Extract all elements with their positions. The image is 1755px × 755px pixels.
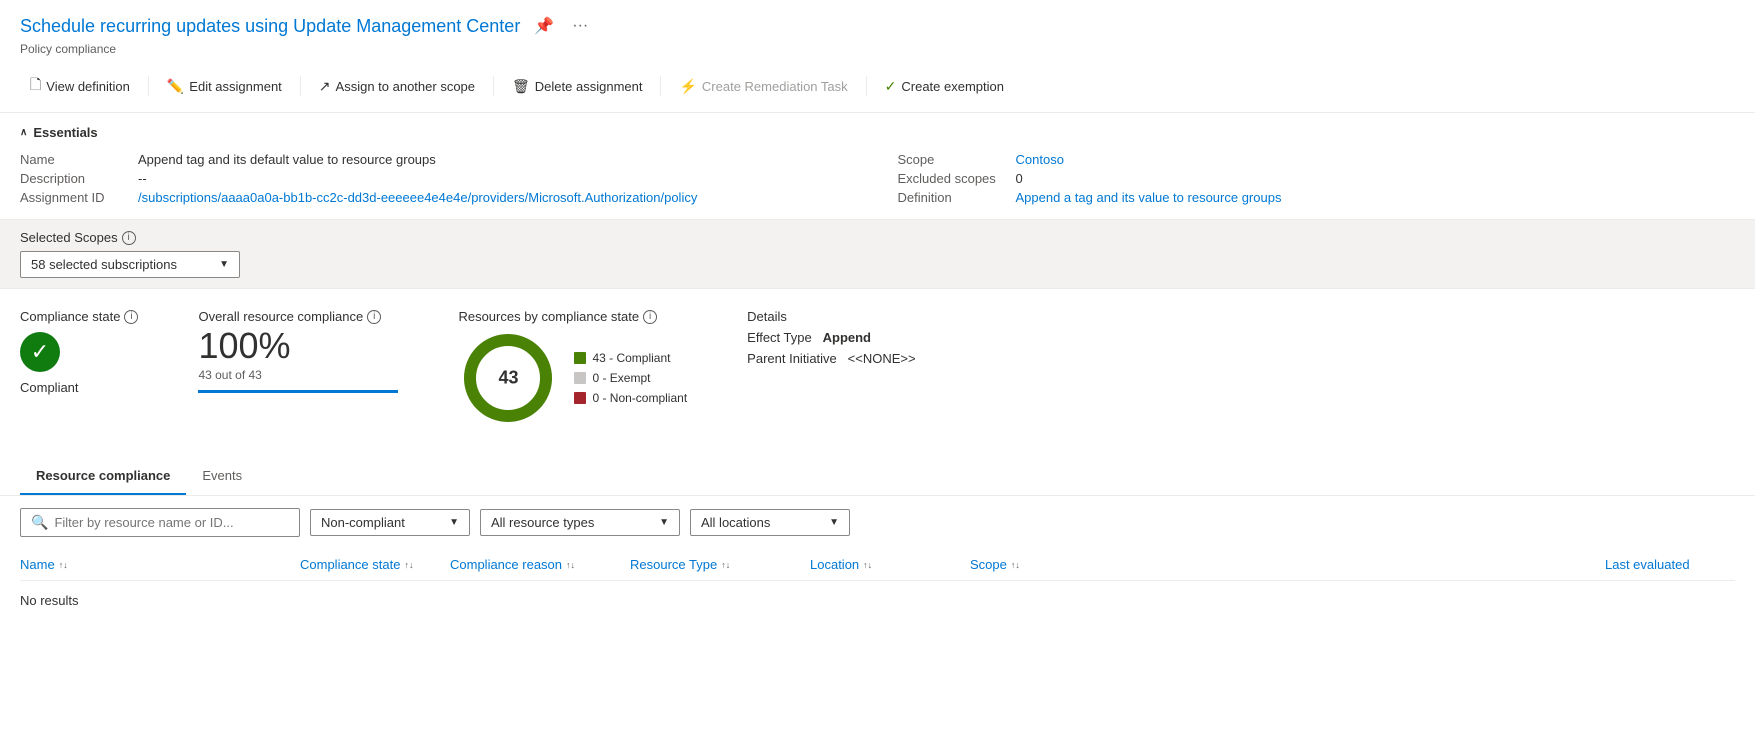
parent-initiative-row: Parent Initiative <<NONE>> [747, 351, 915, 366]
th-location[interactable]: Location ↑↓ [810, 557, 970, 572]
compliance-filter-arrow-icon: ▼ [449, 517, 459, 528]
legend-exempt: 0 - Exempt [574, 371, 687, 385]
essentials-left: Name Append tag and its default value to… [20, 150, 858, 207]
exempt-dot-icon [574, 372, 586, 384]
compliance-state-box: Compliance state i ✓ Compliant [20, 309, 138, 395]
progress-bar [198, 390, 398, 393]
legend-compliant: 43 - Compliant [574, 351, 687, 365]
delete-assignment-button[interactable]: 🗑 Delete assignment [502, 72, 652, 101]
table-section: Name ↑↓ Compliance state ↑↓ Compliance r… [0, 549, 1755, 620]
scopes-info-icon[interactable]: i [122, 231, 136, 245]
resources-by-state-info-icon[interactable]: i [643, 310, 657, 324]
tabs: Resource compliance Events [0, 458, 1755, 496]
essentials-row-name: Name Append tag and its default value to… [20, 150, 858, 169]
compliant-label: Compliant [20, 380, 79, 395]
scopes-dropdown-arrow-icon: ▼ [219, 259, 229, 270]
toolbar-divider-1 [148, 76, 149, 96]
name-sort-icon: ↑↓ [59, 560, 68, 570]
location-filter-dropdown[interactable]: All locations ▼ [690, 509, 850, 536]
th-last-evaluated[interactable]: Last evaluated [1605, 557, 1735, 572]
essentials-row-scope: Scope Contoso [898, 150, 1736, 169]
th-resource-type[interactable]: Resource Type ↑↓ [630, 557, 810, 572]
th-compliance-state[interactable]: Compliance state ↑↓ [300, 557, 450, 572]
tab-resource-compliance[interactable]: Resource compliance [20, 458, 186, 495]
essentials-row-assignment-id: Assignment ID /subscriptions/aaaa0a0a-bb… [20, 188, 858, 207]
legend-noncompliant: 0 - Non-compliant [574, 391, 687, 405]
noncompliant-dot-icon [574, 392, 586, 404]
th-compliance-reason[interactable]: Compliance reason ↑↓ [450, 557, 630, 572]
tab-events[interactable]: Events [186, 458, 258, 495]
more-button[interactable]: ··· [568, 13, 592, 39]
essentials-header[interactable]: ∧ Essentials [20, 125, 1735, 140]
resource-type-filter-arrow-icon: ▼ [659, 517, 669, 528]
resource-type-filter-dropdown[interactable]: All resource types ▼ [480, 509, 680, 536]
overall-compliance-box: Overall resource compliance i 100% 43 ou… [198, 309, 398, 393]
toolbar-divider-5 [866, 76, 867, 96]
resource-type-sort-icon: ↑↓ [721, 560, 730, 570]
search-input-container[interactable]: 🔍 [20, 508, 300, 537]
legend: 43 - Compliant 0 - Exempt 0 - Non-compli… [574, 351, 687, 405]
scopes-dropdown[interactable]: 58 selected subscriptions ▼ [20, 251, 240, 278]
compliance-reason-sort-icon: ↑↓ [566, 560, 575, 570]
essentials-row-description: Description -- [20, 169, 858, 188]
page-title[interactable]: Schedule recurring updates using Update … [20, 16, 520, 37]
overall-percent: 100% [198, 328, 398, 364]
assign-scope-icon: ↗ [319, 78, 331, 95]
view-definition-icon: 🗋 [30, 74, 41, 98]
scope-sort-icon: ↑↓ [1011, 560, 1020, 570]
toolbar-divider-3 [493, 76, 494, 96]
essentials-section: ∧ Essentials Name Append tag and its def… [0, 113, 1755, 219]
compliance-state-sort-icon: ↑↓ [404, 560, 413, 570]
edit-assignment-button[interactable]: ✏️ Edit assignment [157, 72, 292, 101]
compliance-state-info-icon[interactable]: i [124, 310, 138, 324]
view-definition-button[interactable]: 🗋 View definition [20, 68, 140, 104]
location-filter-arrow-icon: ▼ [829, 517, 839, 528]
resources-by-state-title: Resources by compliance state i [458, 309, 687, 324]
search-icon: 🔍 [31, 514, 48, 531]
create-exemption-button[interactable]: ✓ Create exemption [875, 72, 1014, 101]
progress-fill [198, 390, 398, 393]
donut-legend: 43 43 - Compliant 0 - Exempt 0 - Non-com… [458, 328, 687, 428]
filters-section: 🔍 Non-compliant ▼ All resource types ▼ A… [0, 496, 1755, 549]
resources-by-state-box: Resources by compliance state i 43 43 - … [458, 309, 687, 428]
toolbar-divider-4 [660, 76, 661, 96]
create-remediation-button[interactable]: ⚡ Create Remediation Task [669, 72, 857, 101]
essentials-chevron-icon: ∧ [20, 127, 27, 138]
toolbar-divider-2 [300, 76, 301, 96]
compliant-dot-icon [574, 352, 586, 364]
remediation-icon: ⚡ [679, 78, 696, 95]
scopes-section: Selected Scopes i 58 selected subscripti… [0, 219, 1755, 289]
scopes-label: Selected Scopes i [20, 230, 1735, 245]
toolbar: 🗋 View definition ✏️ Edit assignment ↗ A… [0, 60, 1755, 113]
donut-center-label: 43 [498, 368, 518, 389]
no-results: No results [20, 581, 1735, 620]
essentials-grid: Name Append tag and its default value to… [20, 150, 1735, 207]
donut-chart: 43 [458, 328, 558, 428]
th-name[interactable]: Name ↑↓ [20, 557, 300, 572]
overall-compliance-title: Overall resource compliance i [198, 309, 398, 324]
effect-type-row: Effect Type Append [747, 330, 915, 345]
pin-button[interactable]: 📌 [530, 12, 558, 40]
compliance-section: Compliance state i ✓ Compliant Overall r… [0, 289, 1755, 448]
details-box: Details Effect Type Append Parent Initia… [747, 309, 915, 366]
edit-icon: ✏️ [167, 78, 184, 95]
assign-scope-button[interactable]: ↗ Assign to another scope [309, 72, 485, 101]
essentials-row-excluded-scopes: Excluded scopes 0 [898, 169, 1736, 188]
location-sort-icon: ↑↓ [863, 560, 872, 570]
essentials-row-definition: Definition Append a tag and its value to… [898, 188, 1736, 207]
table-header: Name ↑↓ Compliance state ↑↓ Compliance r… [20, 549, 1735, 581]
compliance-filter-dropdown[interactable]: Non-compliant ▼ [310, 509, 470, 536]
essentials-right: Scope Contoso Excluded scopes 0 Definiti… [898, 150, 1736, 207]
search-input[interactable] [54, 515, 289, 530]
page-header: Schedule recurring updates using Update … [0, 0, 1755, 60]
overall-count: 43 out of 43 [198, 368, 398, 382]
th-scope[interactable]: Scope ↑↓ [970, 557, 1605, 572]
exemption-icon: ✓ [885, 78, 897, 95]
page-subtitle: Policy compliance [20, 42, 1735, 56]
delete-icon: 🗑 [512, 78, 530, 95]
overall-compliance-info-icon[interactable]: i [367, 310, 381, 324]
compliance-state-title: Compliance state i [20, 309, 138, 324]
compliant-icon: ✓ [20, 332, 60, 372]
